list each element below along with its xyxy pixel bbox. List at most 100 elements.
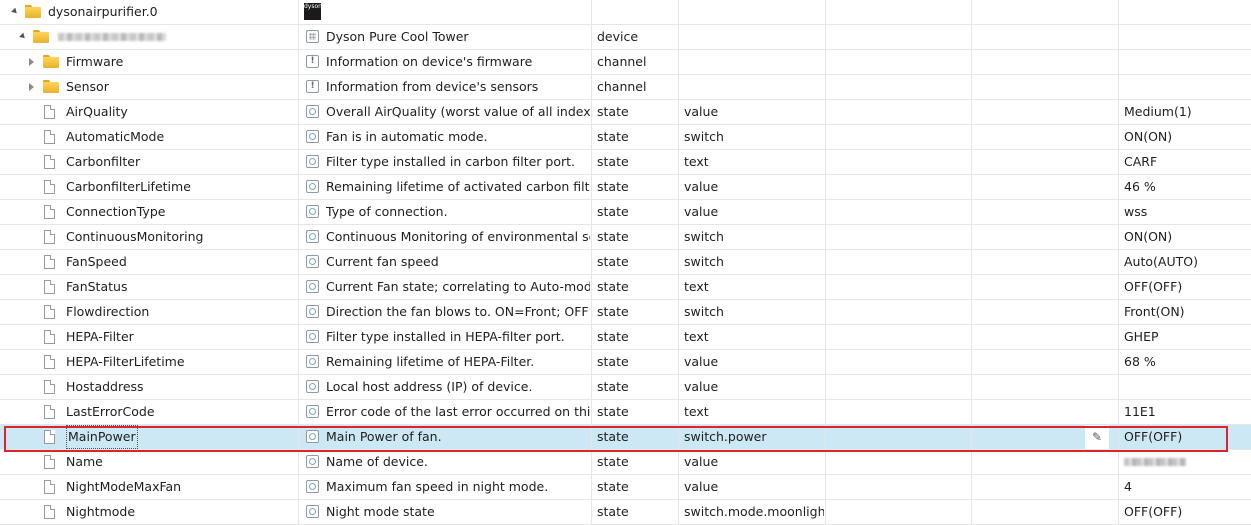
state-value[interactable]: Medium(1) — [1118, 100, 1251, 124]
state-name: Continuous Monitoring of environmental s… — [326, 229, 590, 244]
state-value[interactable]: Front(ON) — [1118, 300, 1251, 324]
state-file-icon — [44, 455, 55, 469]
state-value[interactable]: OFF(OFF) — [1118, 500, 1251, 524]
tree-row-state[interactable]: Nightmode Night mode state state switch.… — [0, 500, 1251, 525]
state-type: state — [591, 375, 677, 399]
state-value[interactable]: 4 — [1118, 475, 1251, 499]
state-id: Name — [66, 454, 103, 469]
state-file-icon — [44, 230, 55, 244]
state-role: text — [678, 325, 824, 349]
tree-row-root[interactable]: dysonairpurifier.0 dyson — [0, 0, 1251, 25]
state-icon — [306, 405, 319, 418]
state-value[interactable]: 46 % — [1118, 175, 1251, 199]
state-type: state — [591, 125, 677, 149]
state-value[interactable]: CARF — [1118, 150, 1251, 174]
state-file-icon — [44, 355, 55, 369]
state-id: ConnectionType — [66, 204, 166, 219]
state-file-icon — [44, 255, 55, 269]
tree-row-state[interactable]: Carbonfilter Filter type installed in ca… — [0, 150, 1251, 175]
tree-row-state[interactable]: FanSpeed Current fan speed state switch … — [0, 250, 1251, 275]
state-type: state — [591, 150, 677, 174]
state-value[interactable]: wss — [1118, 200, 1251, 224]
state-icon — [306, 455, 319, 468]
edit-pencil-icon[interactable]: ✎ — [1085, 425, 1109, 449]
state-file-icon — [44, 280, 55, 294]
tree-row-state[interactable]: Hostaddress Local host address (IP) of d… — [0, 375, 1251, 400]
state-name: Main Power of fan. — [326, 429, 442, 444]
channel-id: Sensor — [66, 79, 109, 94]
state-type: state — [591, 425, 677, 449]
device-type: device — [591, 25, 677, 49]
tree-row-state[interactable]: AutomaticMode Fan is in automatic mode. … — [0, 125, 1251, 150]
state-value[interactable]: ON(ON) — [1118, 225, 1251, 249]
tree-row-state[interactable]: Name Name of device. state value — [0, 450, 1251, 475]
state-type: state — [591, 350, 677, 374]
collapse-arrow-icon[interactable] — [19, 32, 27, 41]
state-icon — [306, 130, 319, 143]
folder-icon — [43, 55, 59, 68]
state-value[interactable]: OFF(OFF) ✎ — [1085, 425, 1251, 449]
state-name: Maximum fan speed in night mode. — [326, 479, 549, 494]
state-id: AutomaticMode — [66, 129, 165, 144]
state-name: Local host address (IP) of device. — [326, 379, 533, 394]
state-value[interactable]: 11E1 — [1118, 400, 1251, 424]
state-type: state — [591, 100, 677, 124]
state-type: state — [591, 250, 677, 274]
state-value[interactable] — [1118, 375, 1251, 399]
state-type: state — [591, 500, 677, 524]
channel-name: Information on device's firmware — [326, 54, 533, 69]
tree-row-state[interactable]: ContinuousMonitoring Continuous Monitori… — [0, 225, 1251, 250]
info-icon: ! — [306, 80, 319, 93]
state-id: ContinuousMonitoring — [66, 229, 204, 244]
state-id: HEPA-FilterLifetime — [66, 354, 185, 369]
state-role: value — [678, 375, 824, 399]
state-value[interactable]: Auto(AUTO) — [1118, 250, 1251, 274]
state-file-icon — [44, 205, 55, 219]
tree-row-state[interactable]: CarbonfilterLifetime Remaining lifetime … — [0, 175, 1251, 200]
expand-arrow-icon[interactable] — [29, 58, 34, 66]
tree-row-state-selected[interactable]: MainPower Main Power of fan. state switc… — [0, 425, 1251, 450]
state-value[interactable] — [1118, 450, 1251, 474]
folder-icon — [25, 5, 41, 18]
state-file-icon — [44, 430, 55, 444]
tree-row-device[interactable]: Dyson Pure Cool Tower device — [0, 25, 1251, 50]
tree-row-state[interactable]: ConnectionType Type of connection. state… — [0, 200, 1251, 225]
state-name: Error code of the last error occurred on… — [326, 404, 590, 419]
collapse-arrow-icon[interactable] — [11, 7, 19, 16]
expand-arrow-icon[interactable] — [29, 83, 34, 91]
device-name: Dyson Pure Cool Tower — [326, 29, 469, 44]
state-role: text — [678, 275, 824, 299]
tree-row-state[interactable]: NightModeMaxFan Maximum fan speed in nig… — [0, 475, 1251, 500]
tree-row-state[interactable]: HEPA-Filter Filter type installed in HEP… — [0, 325, 1251, 350]
state-role: switch.power — [678, 425, 824, 449]
dyson-logo-icon: dyson — [304, 3, 322, 20]
tree-row-channel[interactable]: Sensor ! Information from device's senso… — [0, 75, 1251, 100]
state-file-icon — [44, 130, 55, 144]
state-role: value — [678, 450, 824, 474]
tree-row-state[interactable]: FanStatus Current Fan state; correlating… — [0, 275, 1251, 300]
state-file-icon — [44, 180, 55, 194]
tree-row-state[interactable]: AirQuality Overall AirQuality (worst val… — [0, 100, 1251, 125]
state-type: state — [591, 275, 677, 299]
device-icon — [306, 30, 319, 43]
state-role: text — [678, 150, 824, 174]
tree-row-state[interactable]: HEPA-FilterLifetime Remaining lifetime o… — [0, 350, 1251, 375]
state-file-icon — [44, 505, 55, 519]
state-icon — [306, 155, 319, 168]
tree-row-channel[interactable]: Firmware ! Information on device's firmw… — [0, 50, 1251, 75]
state-role: switch — [678, 250, 824, 274]
channel-type: channel — [591, 75, 677, 99]
tree-row-state[interactable]: Flowdirection Direction the fan blows to… — [0, 300, 1251, 325]
state-file-icon — [44, 155, 55, 169]
state-id: Hostaddress — [66, 379, 144, 394]
state-value[interactable]: 68 % — [1118, 350, 1251, 374]
tree-row-state[interactable]: LastErrorCode Error code of the last err… — [0, 400, 1251, 425]
state-value[interactable]: OFF(OFF) — [1118, 275, 1251, 299]
state-name: Current fan speed — [326, 254, 439, 269]
state-icon — [306, 280, 319, 293]
state-type: state — [591, 200, 677, 224]
state-value[interactable]: ON(ON) — [1118, 125, 1251, 149]
state-value[interactable]: GHEP — [1118, 325, 1251, 349]
info-icon: ! — [306, 55, 319, 68]
state-type: state — [591, 225, 677, 249]
